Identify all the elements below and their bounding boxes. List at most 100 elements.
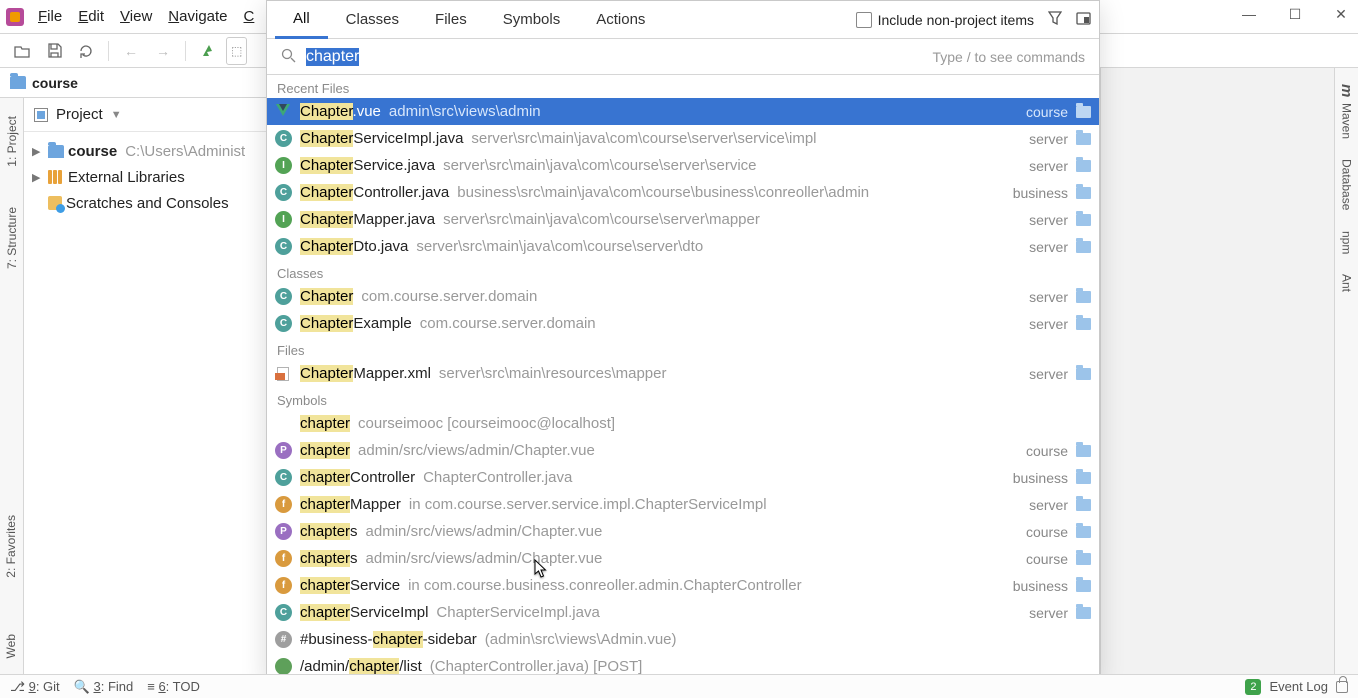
module-icon (1076, 472, 1091, 484)
folder-icon (48, 145, 64, 158)
save-icon[interactable] (40, 37, 68, 65)
project-tree[interactable]: ▶ course C:\Users\Administ ▶ External Li… (24, 132, 266, 216)
status-git[interactable]: ⎇ 9: Git (10, 679, 60, 695)
module-icon (1076, 187, 1091, 199)
tw-project[interactable]: 1: Project (5, 116, 19, 167)
tree-external-libs[interactable]: ▶ External Libraries (24, 164, 266, 190)
result-row[interactable]: ChapterMapper.xml server\src\main\resour… (267, 360, 1099, 387)
result-name: Chapter.vue (300, 103, 381, 120)
forward-icon[interactable]: → (149, 37, 177, 65)
cyan-icon: C (275, 184, 292, 201)
include-non-project-label[interactable]: Include non-project items (878, 12, 1034, 28)
search-everywhere-popup: All Classes Files Symbols Actions Includ… (266, 0, 1100, 681)
tw-ant[interactable]: Ant (1340, 274, 1354, 292)
close-button[interactable]: ✕ (1332, 6, 1350, 23)
menu-navigate[interactable]: Navigate (162, 4, 233, 29)
result-module: server (1029, 239, 1068, 255)
pin-icon[interactable] (1076, 12, 1091, 28)
result-name: ChapterMapper.xml (300, 365, 431, 382)
route-icon (275, 658, 292, 675)
maximize-button[interactable]: ☐ (1286, 6, 1304, 23)
window-controls: ― ☐ ✕ (1240, 6, 1350, 23)
tw-structure[interactable]: 7: Structure (5, 207, 19, 269)
search-hint: Type / to see commands (932, 49, 1085, 65)
tab-all[interactable]: All (275, 1, 328, 39)
module-icon (1076, 106, 1091, 118)
tab-actions[interactable]: Actions (578, 1, 663, 39)
search-input[interactable] (306, 48, 932, 66)
result-module: server (1029, 497, 1068, 513)
result-path: admin/src/views/admin/Chapter.vue (366, 523, 603, 540)
menu-file[interactable]: File (32, 4, 68, 29)
results-list: Recent FilesChapter.vue admin\src\views\… (267, 75, 1099, 680)
status-find[interactable]: 🔍 3: Find (74, 679, 134, 695)
result-module: business (1013, 578, 1068, 594)
result-row[interactable]: CChapterExample com.course.server.domain… (267, 310, 1099, 337)
result-path: server\src\main\java\com\course\server\m… (443, 211, 760, 228)
result-row[interactable]: Pchapters admin/src/views/admin/Chapter.… (267, 518, 1099, 545)
status-eventlog[interactable]: Event Log (1269, 679, 1328, 694)
result-name: Chapter (300, 288, 353, 305)
result-row[interactable]: CChapter com.course.server.domainserver (267, 283, 1099, 310)
result-row[interactable]: Chapter.vue admin\src\views\admincourse (267, 98, 1099, 125)
project-tool-window: Project ▼ ▶ course C:\Users\Administ ▶ E… (24, 98, 266, 674)
result-path: com.course.server.domain (420, 315, 596, 332)
tree-label: Scratches and Consoles (66, 195, 229, 212)
back-icon[interactable]: ← (117, 37, 145, 65)
hash-icon: # (275, 631, 292, 648)
result-row[interactable]: fchapterService in com.course.business.c… (267, 572, 1099, 599)
tree-scratches[interactable]: ▶ Scratches and Consoles (24, 190, 266, 216)
tw-database[interactable]: Database (1340, 159, 1354, 210)
result-row[interactable]: ##business-chapter-sidebar (admin\src\vi… (267, 626, 1099, 653)
result-row[interactable]: CchapterController ChapterController.jav… (267, 464, 1099, 491)
module-icon (1076, 214, 1091, 226)
tab-symbols[interactable]: Symbols (485, 1, 579, 39)
status-todo[interactable]: ≡ 6: TOD (147, 679, 200, 694)
breadcrumb-project[interactable]: course (32, 75, 78, 91)
result-row[interactable]: chapter courseimooc [courseimooc@localho… (267, 410, 1099, 437)
module-icon (1076, 607, 1091, 619)
tw-web[interactable]: Web (4, 634, 18, 658)
tw-npm[interactable]: npm (1340, 231, 1354, 254)
refresh-icon[interactable] (72, 37, 100, 65)
result-row[interactable]: CChapterController.java business\src\mai… (267, 179, 1099, 206)
result-row[interactable]: IChapterService.java server\src\main\jav… (267, 152, 1099, 179)
lock-icon[interactable] (1336, 681, 1348, 693)
result-module: server (1029, 131, 1068, 147)
grid-icon (275, 415, 292, 432)
menu-edit[interactable]: Edit (72, 4, 110, 29)
build-icon[interactable] (194, 37, 222, 65)
project-header[interactable]: Project ▼ (24, 98, 266, 132)
result-row[interactable]: CchapterServiceImpl ChapterServiceImpl.j… (267, 599, 1099, 626)
run-config-fragment[interactable]: ⬚ (226, 37, 247, 65)
result-path: server\src\main\resources\mapper (439, 365, 667, 382)
tab-classes[interactable]: Classes (328, 1, 417, 39)
search-icon (281, 48, 296, 66)
minimize-button[interactable]: ― (1240, 6, 1258, 23)
open-icon[interactable] (8, 37, 36, 65)
result-row[interactable]: CChapterServiceImpl.java server\src\main… (267, 125, 1099, 152)
tab-files[interactable]: Files (417, 1, 485, 39)
include-non-project-checkbox[interactable] (856, 12, 872, 28)
notification-badge[interactable]: 2 (1245, 679, 1261, 695)
result-row[interactable]: IChapterMapper.java server\src\main\java… (267, 206, 1099, 233)
result-row[interactable]: Pchapter admin/src/views/admin/Chapter.v… (267, 437, 1099, 464)
result-row[interactable]: fchapters admin/src/views/admin/Chapter.… (267, 545, 1099, 572)
result-row[interactable]: CChapterDto.java server\src\main\java\co… (267, 233, 1099, 260)
tree-root-path: C:\Users\Administ (125, 143, 245, 160)
left-tool-stripe: 1: Project 7: Structure 2: Favorites Web (0, 98, 24, 674)
tw-maven-icon: m (1338, 84, 1355, 97)
tw-maven[interactable]: Maven (1340, 103, 1354, 139)
tree-root[interactable]: ▶ course C:\Users\Administ (24, 138, 266, 164)
module-icon (1076, 160, 1091, 172)
menu-view[interactable]: View (114, 4, 158, 29)
cyan-icon: C (275, 288, 292, 305)
tree-label: External Libraries (68, 169, 185, 186)
result-row[interactable]: fchapterMapper in com.course.server.serv… (267, 491, 1099, 518)
menu-code-truncated[interactable]: C (238, 4, 261, 29)
section-label: Files (267, 337, 1099, 360)
int-icon: I (275, 211, 292, 228)
tw-favorites[interactable]: 2: Favorites (4, 515, 18, 578)
result-module: server (1029, 605, 1068, 621)
filter-icon[interactable] (1048, 11, 1062, 28)
